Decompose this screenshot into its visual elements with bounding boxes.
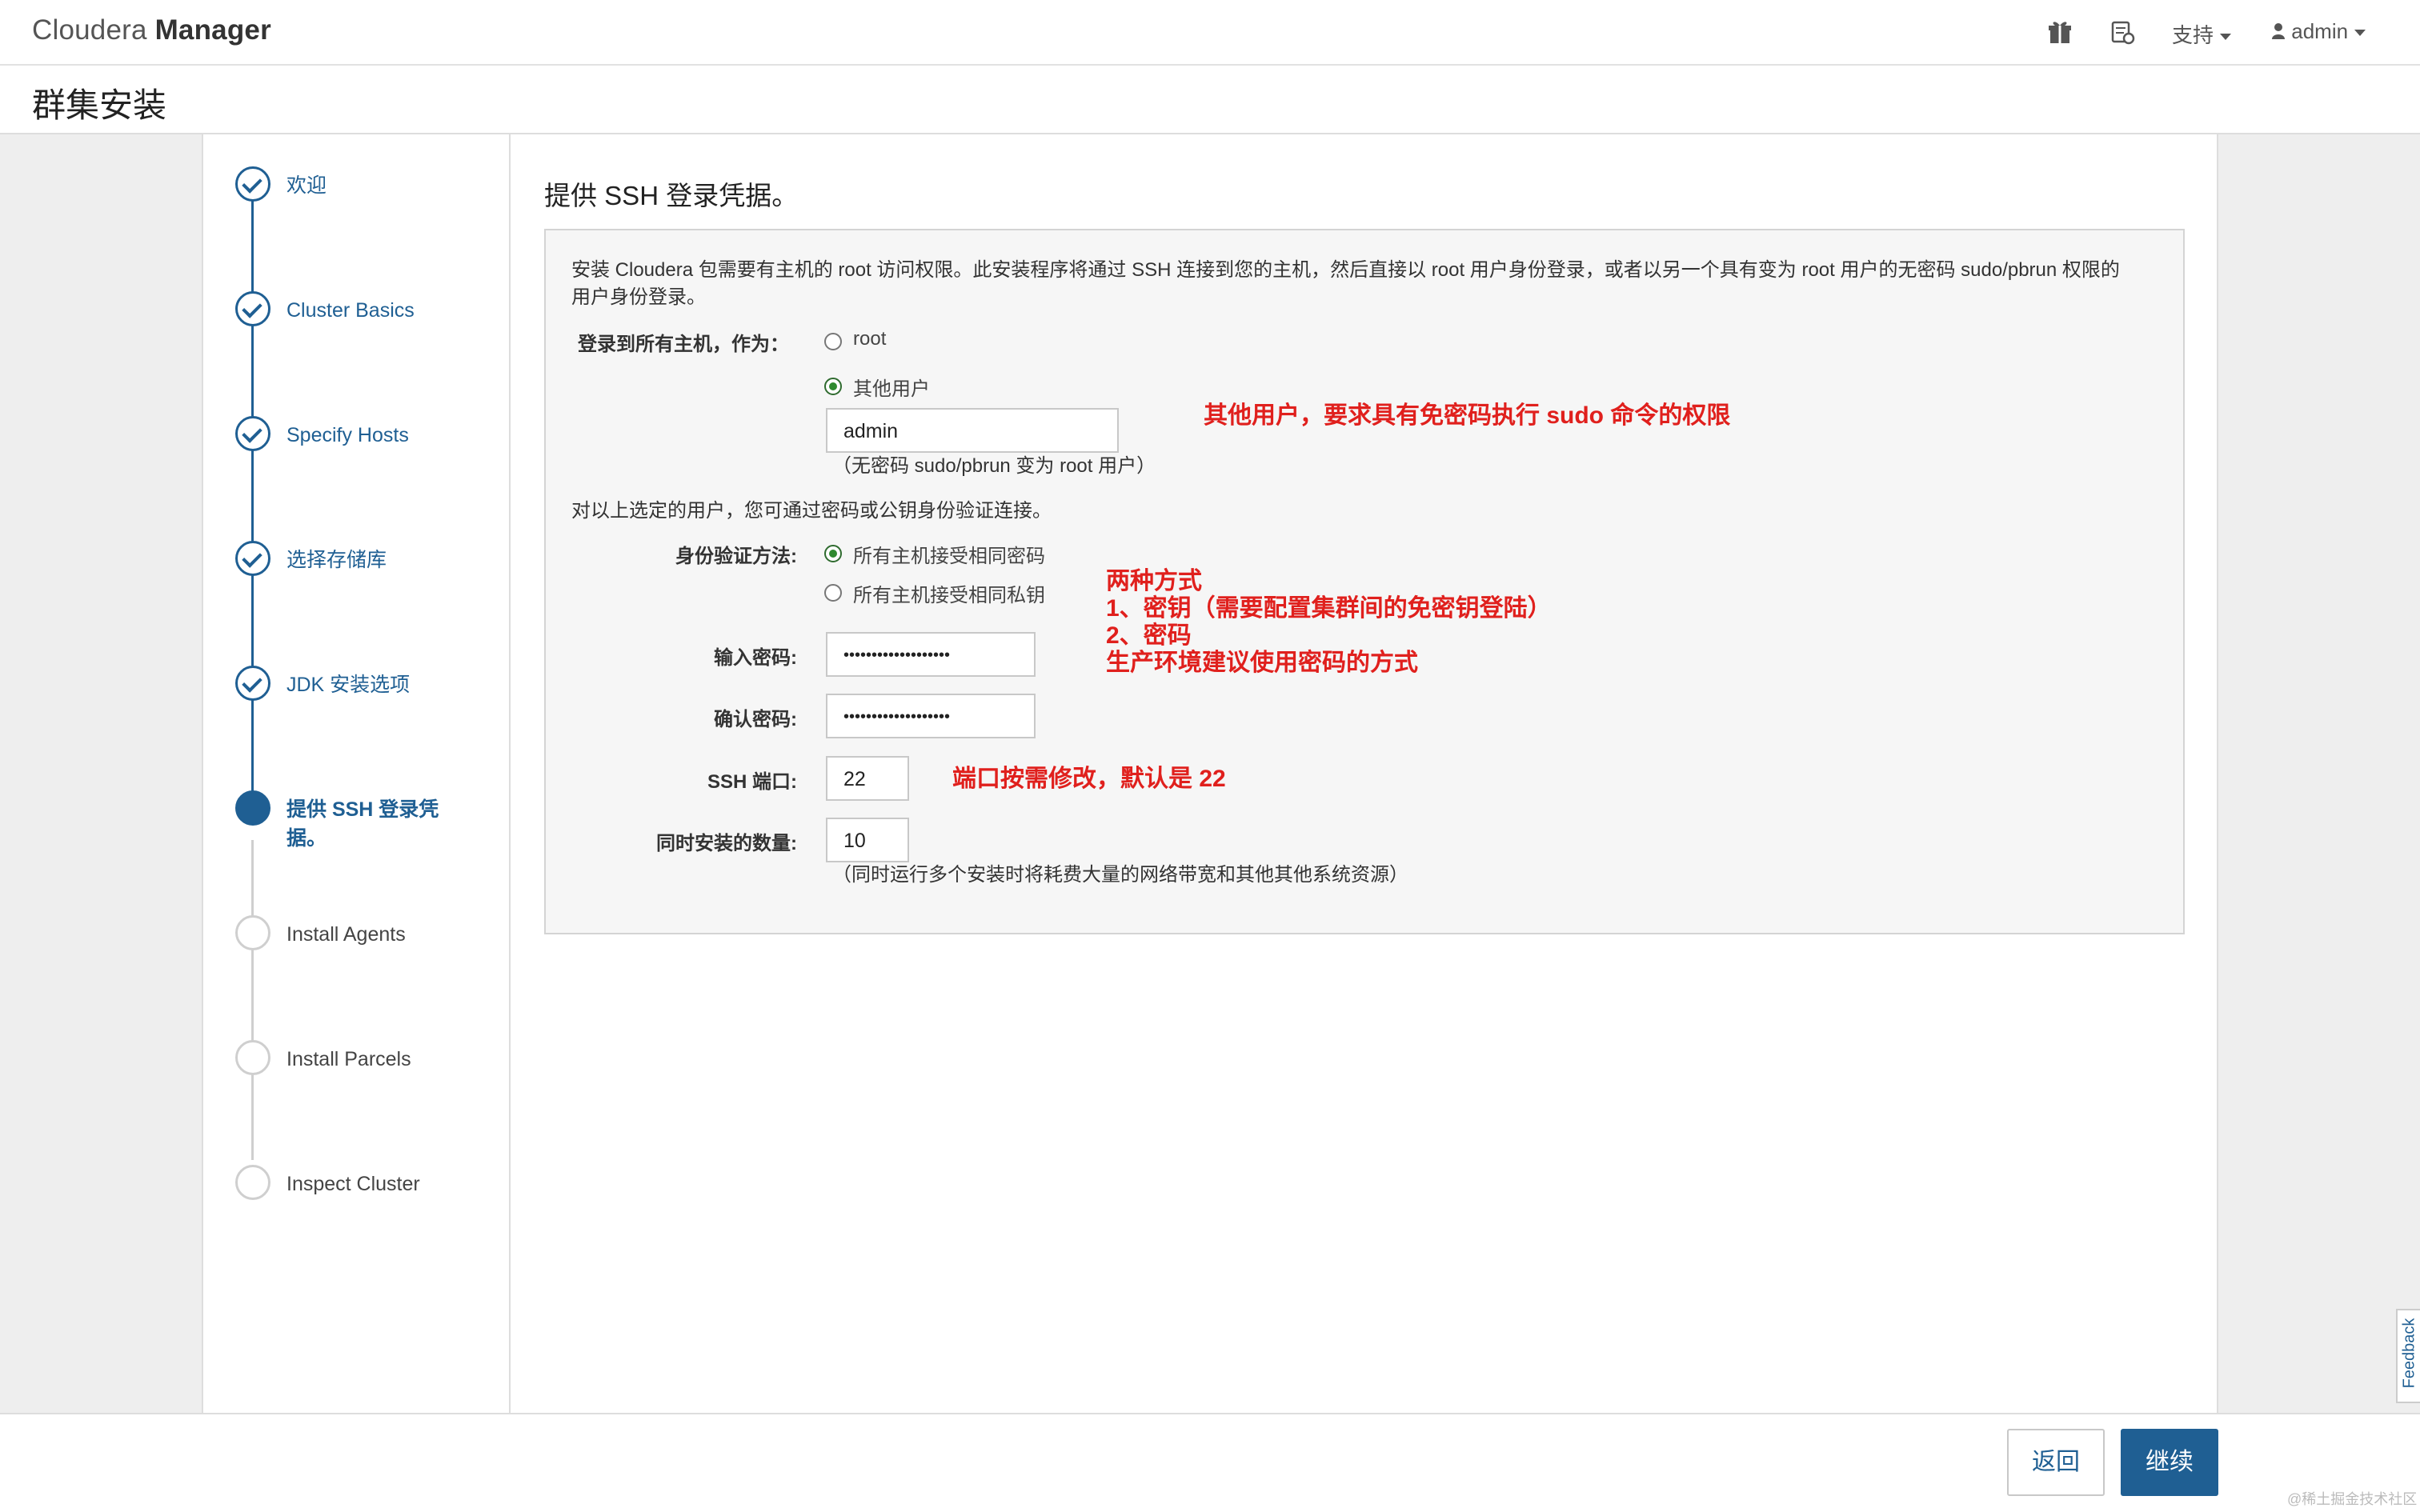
ssh-port-label: SSH 端口: bbox=[707, 771, 797, 793]
concurrent-installs-label: 同时安装的数量: bbox=[656, 833, 797, 854]
pending-step-icon bbox=[235, 1040, 270, 1075]
gift-icon[interactable] bbox=[2045, 18, 2074, 46]
top-navbar: Cloudera Manager 支持 admin bbox=[0, 0, 2420, 66]
login-as-label: 登录到所有主机，作为： bbox=[578, 334, 789, 355]
chevron-down-icon bbox=[2220, 34, 2232, 41]
check-icon bbox=[235, 291, 270, 326]
radio-login-root[interactable] bbox=[824, 333, 842, 350]
step-label: Specify Hosts bbox=[286, 424, 409, 446]
auth-intro-text: 对以上选定的用户，您可通过密码或公钥身份验证连接。 bbox=[571, 500, 1052, 522]
username-input[interactable]: admin bbox=[826, 408, 1119, 453]
brand-name-light: Cloudera bbox=[32, 14, 147, 46]
login-other-user-label[interactable]: 其他用户 bbox=[853, 373, 930, 401]
step-label: 提供 SSH 登录凭据。 bbox=[286, 798, 439, 850]
step-label: Cluster Basics bbox=[286, 299, 415, 322]
concurrent-installs-hint: （同时运行多个安装时将耗费大量的网络带宽和其他其他系统资源） bbox=[832, 864, 1408, 886]
step-connector-pending bbox=[251, 840, 254, 1160]
password-label: 输入密码: bbox=[714, 647, 797, 669]
feedback-label: Feedback bbox=[2400, 1318, 2418, 1389]
username-hint: （无密码 sudo/pbrun 变为 root 用户） bbox=[832, 455, 1156, 477]
running-commands-icon[interactable] bbox=[2108, 18, 2137, 46]
check-icon bbox=[235, 416, 270, 451]
step-connector-complete bbox=[251, 200, 254, 792]
ssh-port-input[interactable]: 22 bbox=[826, 756, 909, 801]
auth-method-label: 身份验证方法: bbox=[675, 546, 797, 567]
pending-step-icon bbox=[235, 915, 270, 950]
step-label: Install Agents bbox=[286, 923, 406, 946]
intro-text-line2: 用户身份登录。 bbox=[571, 286, 706, 308]
page-title: 群集安装 bbox=[32, 86, 167, 124]
chevron-down-icon bbox=[2354, 30, 2366, 37]
check-icon bbox=[235, 166, 270, 202]
step-label: 欢迎 bbox=[286, 174, 327, 197]
auth-private-key-label[interactable]: 所有主机接受相同私钥 bbox=[853, 579, 1045, 607]
annotation-auth-recommend: 生产环境建议使用密码的方式 bbox=[1106, 650, 1418, 676]
brand-name-bold: Manager bbox=[154, 14, 271, 46]
password-input[interactable]: ••••••••••••••••••• bbox=[826, 632, 1036, 677]
check-icon bbox=[235, 541, 270, 576]
step-label: 选择存储库 bbox=[286, 549, 387, 571]
page-header: 群集安装 bbox=[0, 67, 2420, 134]
active-step-icon bbox=[235, 790, 270, 826]
support-menu[interactable]: 支持 bbox=[2172, 19, 2232, 49]
radio-login-other-user[interactable] bbox=[824, 378, 842, 395]
user-icon bbox=[2272, 23, 2285, 39]
watermark: @稀土掘金技术社区 bbox=[2287, 1491, 2418, 1507]
user-menu[interactable]: admin bbox=[2271, 19, 2366, 44]
radio-auth-private-key[interactable] bbox=[824, 584, 842, 602]
user-label: admin bbox=[2291, 19, 2349, 43]
auth-password-label[interactable]: 所有主机接受相同密码 bbox=[853, 540, 1045, 568]
brand-logo[interactable]: Cloudera Manager bbox=[32, 14, 271, 46]
annotation-other-user: 其他用户，要求具有免密码执行 sudo 命令的权限 bbox=[1204, 402, 1731, 429]
radio-auth-password[interactable] bbox=[824, 545, 842, 562]
confirm-password-label: 确认密码: bbox=[714, 709, 797, 730]
annotation-auth-title: 两种方式 bbox=[1106, 568, 1202, 594]
step-label: JDK 安装选项 bbox=[286, 674, 411, 696]
wizard-sidebar bbox=[202, 134, 511, 1413]
login-root-label[interactable]: root bbox=[853, 328, 886, 350]
check-icon bbox=[235, 666, 270, 701]
concurrent-installs-input[interactable]: 10 bbox=[826, 818, 909, 862]
section-title: 提供 SSH 登录凭据。 bbox=[544, 181, 799, 210]
back-button[interactable]: 返回 bbox=[2007, 1429, 2105, 1496]
feedback-tab[interactable]: Feedback bbox=[2396, 1309, 2420, 1403]
annotation-port: 端口按需修改，默认是 22 bbox=[952, 766, 1226, 792]
annotation-auth-password: 2、密码 bbox=[1106, 622, 1192, 649]
support-label: 支持 bbox=[2172, 23, 2214, 47]
step-label: Inspect Cluster bbox=[286, 1173, 420, 1195]
continue-button[interactable]: 继续 bbox=[2121, 1429, 2218, 1496]
pending-step-icon bbox=[235, 1165, 270, 1200]
intro-text-line1: 安装 Cloudera 包需要有主机的 root 访问权限。此安装程序将通过 S… bbox=[571, 259, 2120, 281]
annotation-auth-key: 1、密钥（需要配置集群间的免密钥登陆） bbox=[1106, 595, 1552, 622]
confirm-password-input[interactable]: ••••••••••••••••••• bbox=[826, 694, 1036, 738]
step-label: Install Parcels bbox=[286, 1048, 411, 1070]
